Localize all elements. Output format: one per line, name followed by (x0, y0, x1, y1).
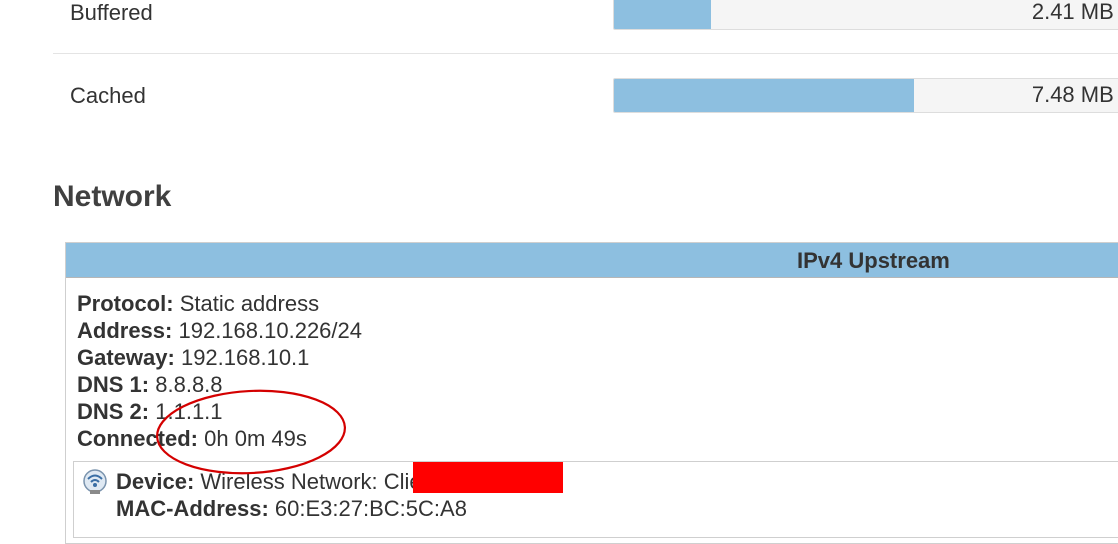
device-box: Device: Wireless Network: Client "d" MAC… (73, 461, 1118, 538)
dns1-line: DNS 1: 8.8.8.8 (77, 371, 362, 398)
connected-line: Connected: 0h 0m 49s (77, 425, 362, 452)
address-label: Address: (77, 318, 173, 343)
connected-value: 0h 0m 49s (204, 426, 307, 451)
gateway-line: Gateway: 192.168.10.1 (77, 344, 362, 371)
dns2-line: DNS 2: 1.1.1.1 (77, 398, 362, 425)
dns1-label: DNS 1: (77, 372, 150, 397)
gateway-label: Gateway: (77, 345, 175, 370)
address-value: 192.168.10.226/24 (178, 318, 362, 343)
connected-label: Connected: (77, 426, 198, 451)
ipv4-upstream-panel: IPv4 Upstream Protocol: Static address A… (65, 242, 1118, 544)
protocol-label: Protocol: (77, 291, 174, 316)
redaction-box (413, 462, 563, 493)
mac-line: MAC-Address: 60:E3:27:BC:5C:A8 (116, 495, 560, 522)
dns2-value: 1.1.1.1 (155, 399, 223, 424)
buffered-label: Buffered (70, 0, 153, 25)
cached-label: Cached (70, 83, 146, 108)
wireless-network-icon (83, 469, 107, 494)
buffered-progress-bar: 2.41 MB / (613, 0, 1118, 30)
protocol-value: Static address (179, 291, 320, 316)
dns1-value: 8.8.8.8 (155, 372, 223, 397)
protocol-line: Protocol: Static address (77, 290, 362, 317)
cached-value: 7.48 MB / (1031, 82, 1118, 107)
row-divider (53, 53, 1118, 54)
gateway-value: 192.168.10.1 (180, 345, 310, 370)
section-title-network: Network (53, 180, 172, 213)
buffered-progress-fill (614, 0, 711, 29)
device-label: Device: (116, 469, 195, 494)
address-line: Address: 192.168.10.226/24 (77, 317, 362, 344)
network-info: Protocol: Static address Address: 192.16… (77, 290, 362, 452)
panel-header-title: IPv4 Upstream (797, 248, 950, 273)
dns2-label: DNS 2: (77, 399, 150, 424)
buffered-value: 2.41 MB / (1031, 0, 1118, 24)
panel-header: IPv4 Upstream (66, 243, 1118, 278)
mac-label: MAC-Address: (116, 496, 269, 521)
cached-progress-bar: 7.48 MB / (613, 78, 1118, 113)
cached-progress-fill (614, 79, 914, 112)
mac-value: 60:E3:27:BC:5C:A8 (274, 496, 467, 521)
